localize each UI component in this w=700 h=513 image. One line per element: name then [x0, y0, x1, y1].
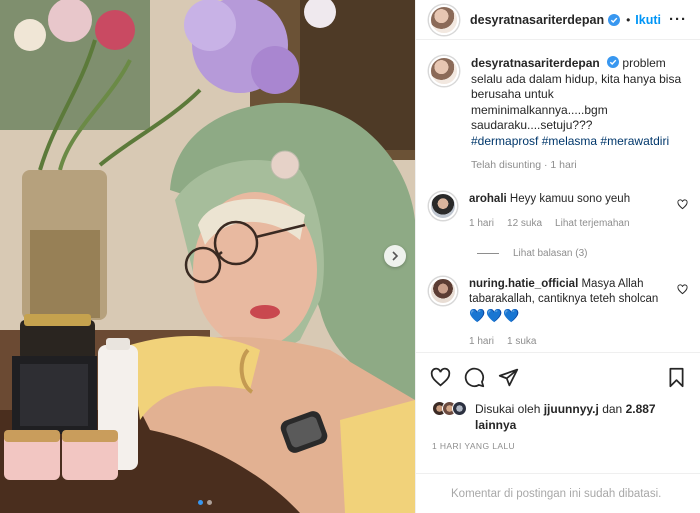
replies-divider [477, 252, 499, 254]
comment-icon[interactable] [464, 367, 485, 388]
comment-item: nuring.hatie_official Masya Allah tabara… [429, 276, 688, 350]
post-actions: Disukai oleh jjuunnyy.j dan 2.887 lainny… [416, 352, 700, 513]
post-caption: desyratnasariterdepan problem selalu ada… [429, 56, 688, 174]
post-header: desyratnasariterdepan • Ikuti ··· [416, 0, 700, 40]
heart-icon[interactable] [677, 283, 688, 295]
comments-section[interactable]: desyratnasariterdepan problem selalu ada… [416, 41, 700, 351]
post-photo[interactable] [0, 0, 415, 513]
likes-summary: Disukai oleh jjuunnyy.j dan 2.887 lainny… [432, 401, 675, 433]
more-icon[interactable]: ··· [669, 11, 687, 28]
hashtag-link[interactable]: #dermaprosf [471, 134, 538, 148]
verified-badge-icon [608, 13, 621, 26]
photo-scene [0, 0, 415, 513]
view-replies-button[interactable]: Lihat balasan (3) [477, 248, 688, 259]
caption-time[interactable]: 1 hari [550, 159, 576, 171]
comments-closed-notice: Komentar di postingan ini sudah dibatasi… [416, 473, 700, 513]
translate-link[interactable]: Lihat terjemahan [555, 216, 630, 232]
bookmark-icon [669, 367, 684, 388]
comment-likes[interactable]: 1 suka [507, 334, 536, 350]
comment-time[interactable]: 1 hari [469, 334, 494, 350]
hashtag-link[interactable]: #merawatdiri [600, 134, 669, 148]
comment-text: Heyy kamuu sono yeuh [509, 192, 631, 205]
likes-prefix: Disukai oleh [475, 402, 541, 416]
post-side-panel: desyratnasariterdepan • Ikuti ··· desyra… [415, 0, 700, 513]
comment-username[interactable]: nuring.hatie_official [469, 278, 578, 290]
edited-label: Telah disunting [471, 159, 542, 171]
comment-time[interactable]: 1 hari [469, 216, 494, 232]
caption-meta: Telah disunting · 1 hari [471, 158, 686, 174]
hashtag-link[interactable]: #melasma [542, 134, 597, 148]
save-button[interactable] [666, 367, 687, 393]
verified-badge-icon [607, 56, 620, 68]
heart-icon[interactable] [677, 198, 688, 210]
likes-text: Disukai oleh jjuunnyy.j dan 2.887 lainny… [475, 401, 675, 433]
comment-meta: 1 hari 12 suka Lihat terjemahan [469, 216, 674, 232]
action-icons [430, 367, 519, 388]
likes-suffix: dan [602, 402, 623, 416]
share-icon[interactable] [498, 367, 519, 388]
comment-item: arohali Heyy kamuu sono yeuh 1 hari 12 s… [429, 191, 688, 232]
comment-meta: 1 hari 1 suka [469, 334, 674, 350]
hashtags: #dermaprosf #melasma #merawatdiri [471, 134, 686, 150]
follow-button[interactable]: Ikuti [635, 13, 661, 27]
avatar[interactable] [429, 4, 459, 35]
comment-likes[interactable]: 12 suka [507, 216, 542, 232]
carousel-dot [198, 500, 203, 505]
post-username[interactable]: desyratnasariterdepan [470, 13, 604, 27]
like-heart-icon[interactable] [430, 367, 451, 388]
avatar[interactable] [429, 191, 457, 220]
comment-username[interactable]: arohali [469, 193, 507, 205]
carousel-next-button[interactable] [384, 245, 406, 267]
post-time-ago[interactable]: 1 HARI YANG LALU [432, 441, 515, 451]
carousel-indicator [198, 500, 212, 505]
liker-avatar[interactable] [452, 401, 467, 416]
avatar[interactable] [429, 56, 459, 86]
caption-username[interactable]: desyratnasariterdepan [471, 56, 600, 70]
comment-emoji: 💙💙💙 [469, 307, 521, 323]
avatar[interactable] [429, 276, 457, 305]
view-replies-label: Lihat balasan (3) [513, 247, 588, 259]
separator-dot: • [626, 12, 631, 27]
liked-by-username[interactable]: jjuunnyy.j [544, 402, 599, 416]
chevron-right-icon [392, 251, 399, 261]
carousel-dot [207, 500, 212, 505]
